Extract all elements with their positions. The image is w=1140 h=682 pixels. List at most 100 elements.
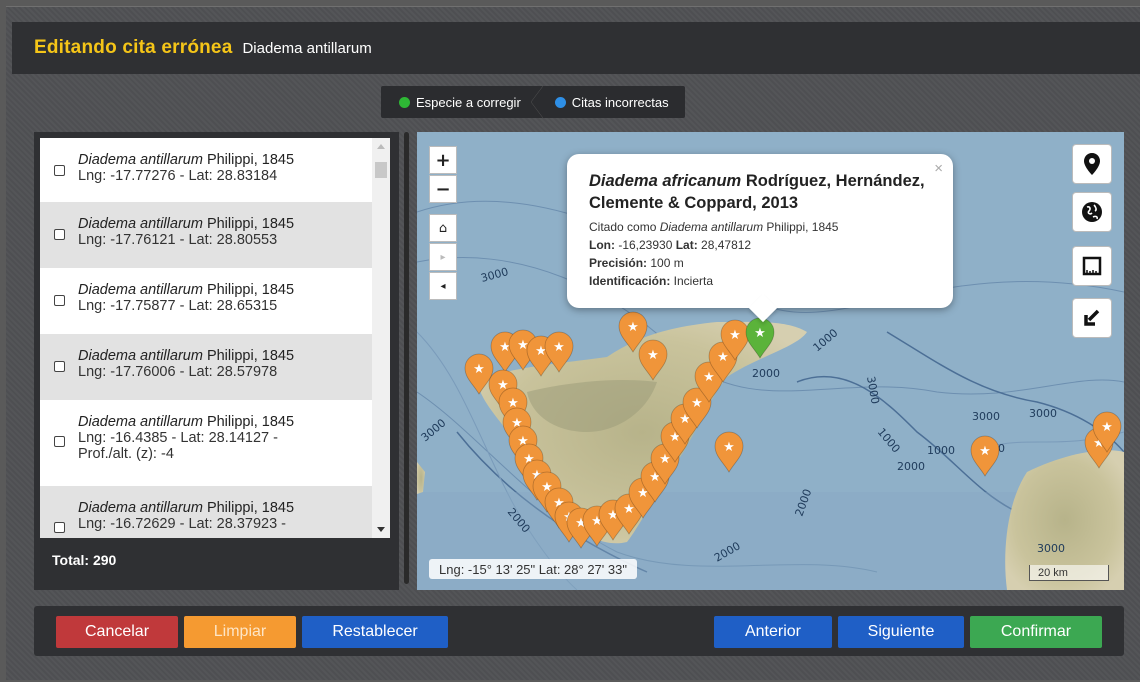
svg-text:★: ★	[659, 452, 671, 467]
base-layer-button[interactable]	[1072, 192, 1112, 232]
cursor-coordinates: Lng: -15° 13' 25" Lat: 28° 27' 33"	[429, 559, 637, 579]
reset-button[interactable]: Restablecer	[302, 616, 448, 648]
map-view[interactable]: 3000 3000 2000 3000 3000 2000 2000 1000 …	[417, 132, 1124, 590]
list-item-author: Philippi, 1845	[202, 216, 295, 232]
citation-marker[interactable]: ★	[970, 435, 1000, 477]
list-item-author: Philippi, 1845	[202, 152, 295, 168]
list-item-checkbox[interactable]	[54, 436, 65, 447]
next-button[interactable]: Siguiente	[838, 616, 964, 648]
citation-list-panel: Diadema antillarum Philippi, 1845 Lng: -…	[34, 132, 399, 590]
wizard-steps: Especie a corregir Citas incorrectas	[381, 86, 685, 118]
scroll-down-icon[interactable]	[377, 527, 385, 532]
list-item-species: Diadema antillarum	[78, 500, 203, 516]
svg-text:★: ★	[553, 340, 565, 355]
list-item-coords: Lng: -17.76121 - Lat: 28.80553	[78, 232, 278, 248]
panel-resize-handle[interactable]	[404, 132, 409, 584]
page-header: Editando cita errónea Diadema antillarum	[12, 22, 1140, 74]
next-view-button[interactable]: ▸	[429, 243, 457, 271]
previous-button[interactable]: Anterior	[714, 616, 832, 648]
action-bar: Cancelar Limpiar Restablecer Anterior Si…	[34, 606, 1124, 656]
list-item-coords: Lng: -16.72629 - Lat: 28.37923 -	[78, 516, 286, 532]
popup-lon-value: -16,23930	[615, 238, 676, 252]
step-species-label: Especie a corregir	[416, 94, 521, 110]
list-item[interactable]: Diadema antillarum Philippi, 1845 Lng: -…	[40, 400, 390, 486]
list-item-coords: Lng: -17.76006 - Lat: 28.57978	[78, 364, 278, 380]
cancel-button[interactable]: Cancelar	[56, 616, 178, 648]
scroll-thumb[interactable]	[375, 162, 387, 178]
popup-species: Diadema africanum	[589, 172, 742, 190]
svg-text:★: ★	[1101, 420, 1113, 435]
svg-text:★: ★	[979, 444, 991, 459]
popup-cited-prefix: Citado como	[589, 220, 660, 234]
svg-text:★: ★	[627, 320, 639, 335]
list-item[interactable]: Diadema antillarum Philippi, 1845 Lng: -…	[40, 202, 390, 268]
popup-lat-value: 28,47812	[697, 238, 752, 252]
popup-title: Diadema africanum Rodríguez, Hernández, …	[589, 170, 931, 214]
citation-marker[interactable]: ★	[638, 339, 668, 381]
page-title: Editando cita errónea	[34, 37, 233, 58]
clear-button[interactable]: Limpiar	[184, 616, 296, 648]
list-item-coords: Lng: -17.75877 - Lat: 28.65315	[78, 298, 278, 314]
citation-marker[interactable]: ★	[464, 353, 494, 395]
list-item[interactable]: Diadema antillarum Philippi, 1845 Lng: -…	[40, 334, 390, 400]
popup-ident-value: Incierta	[670, 274, 714, 288]
confirm-button[interactable]: Confirmar	[970, 616, 1102, 648]
popup-coordinates: Lon: -16,23930 Lat: 28,47812	[589, 236, 931, 254]
popup-close-button[interactable]: ×	[934, 160, 943, 177]
step-citations[interactable]: Citas incorrectas	[537, 86, 685, 118]
list-item-checkbox[interactable]	[54, 361, 65, 372]
zoom-out-button[interactable]: −	[429, 175, 457, 203]
scale-bar: 20 km	[1029, 565, 1109, 581]
list-item-species: Diadema antillarum	[78, 282, 203, 298]
svg-text:★: ★	[703, 370, 715, 385]
citation-list[interactable]: Diadema antillarum Philippi, 1845 Lng: -…	[40, 138, 390, 538]
step-species[interactable]: Especie a corregir	[381, 86, 543, 118]
list-item-depth: Prof./alt. (z): -4	[78, 446, 174, 462]
list-item-species: Diadema antillarum	[78, 348, 203, 364]
arrow-down-left-icon	[1084, 309, 1100, 326]
citation-marker[interactable]: ★	[544, 331, 574, 373]
svg-text:★: ★	[717, 350, 729, 365]
svg-text:★: ★	[691, 396, 703, 411]
chevron-left-icon: ◂	[440, 280, 446, 292]
scroll-up-icon[interactable]	[377, 144, 385, 149]
svg-text:★: ★	[729, 328, 741, 343]
globe-icon	[1082, 202, 1102, 222]
chevron-right-icon: ▸	[440, 251, 446, 263]
home-view-button[interactable]: ⌂	[429, 214, 457, 242]
list-item-checkbox[interactable]	[54, 165, 65, 176]
locate-marker-button[interactable]	[1072, 144, 1112, 184]
list-item-checkbox[interactable]	[54, 522, 65, 533]
page-subtitle: Diadema antillarum	[242, 39, 372, 57]
list-item-text: Diadema antillarum Philippi, 1845 Lng: -…	[78, 282, 294, 314]
measure-button[interactable]	[1072, 246, 1112, 286]
popup-precision-value: 100 m	[647, 256, 684, 270]
zoom-in-button[interactable]: +	[429, 146, 457, 174]
ruler-icon	[1082, 256, 1102, 276]
list-item-checkbox[interactable]	[54, 229, 65, 240]
svg-text:★: ★	[723, 440, 735, 455]
list-item-author: Philippi, 1845	[202, 414, 295, 430]
list-item-author: Philippi, 1845	[202, 282, 295, 298]
popup-cited-author: Philippi, 1845	[763, 220, 839, 234]
selected-citation-marker[interactable]: ★	[745, 317, 775, 359]
list-scrollbar[interactable]	[372, 138, 390, 538]
citation-marker[interactable]: ★	[714, 431, 744, 473]
collapse-map-button[interactable]	[1072, 298, 1112, 338]
list-item[interactable]: Diadema antillarum Philippi, 1845 Lng: -…	[40, 486, 390, 538]
svg-text:★: ★	[473, 362, 485, 377]
list-item-text: Diadema antillarum Philippi, 1845 Lng: -…	[78, 152, 294, 184]
list-item-species: Diadema antillarum	[78, 414, 203, 430]
list-item-species: Diadema antillarum	[78, 152, 203, 168]
list-item-text: Diadema antillarum Philippi, 1845 Lng: -…	[78, 500, 294, 532]
svg-text:★: ★	[754, 326, 766, 341]
list-item[interactable]: Diadema antillarum Philippi, 1845 Lng: -…	[40, 138, 390, 202]
popup-cited-species: Diadema antillarum	[659, 220, 764, 234]
popup-cited-as: Citado como Diadema antillarum Philippi,…	[589, 218, 931, 236]
total-count: Total: 290	[52, 552, 117, 568]
popup-ident-label: Identificación:	[589, 274, 671, 288]
list-item-checkbox[interactable]	[54, 295, 65, 306]
list-item[interactable]: Diadema antillarum Philippi, 1845 Lng: -…	[40, 268, 390, 334]
previous-view-button[interactable]: ◂	[429, 272, 457, 300]
svg-text:★: ★	[647, 348, 659, 363]
